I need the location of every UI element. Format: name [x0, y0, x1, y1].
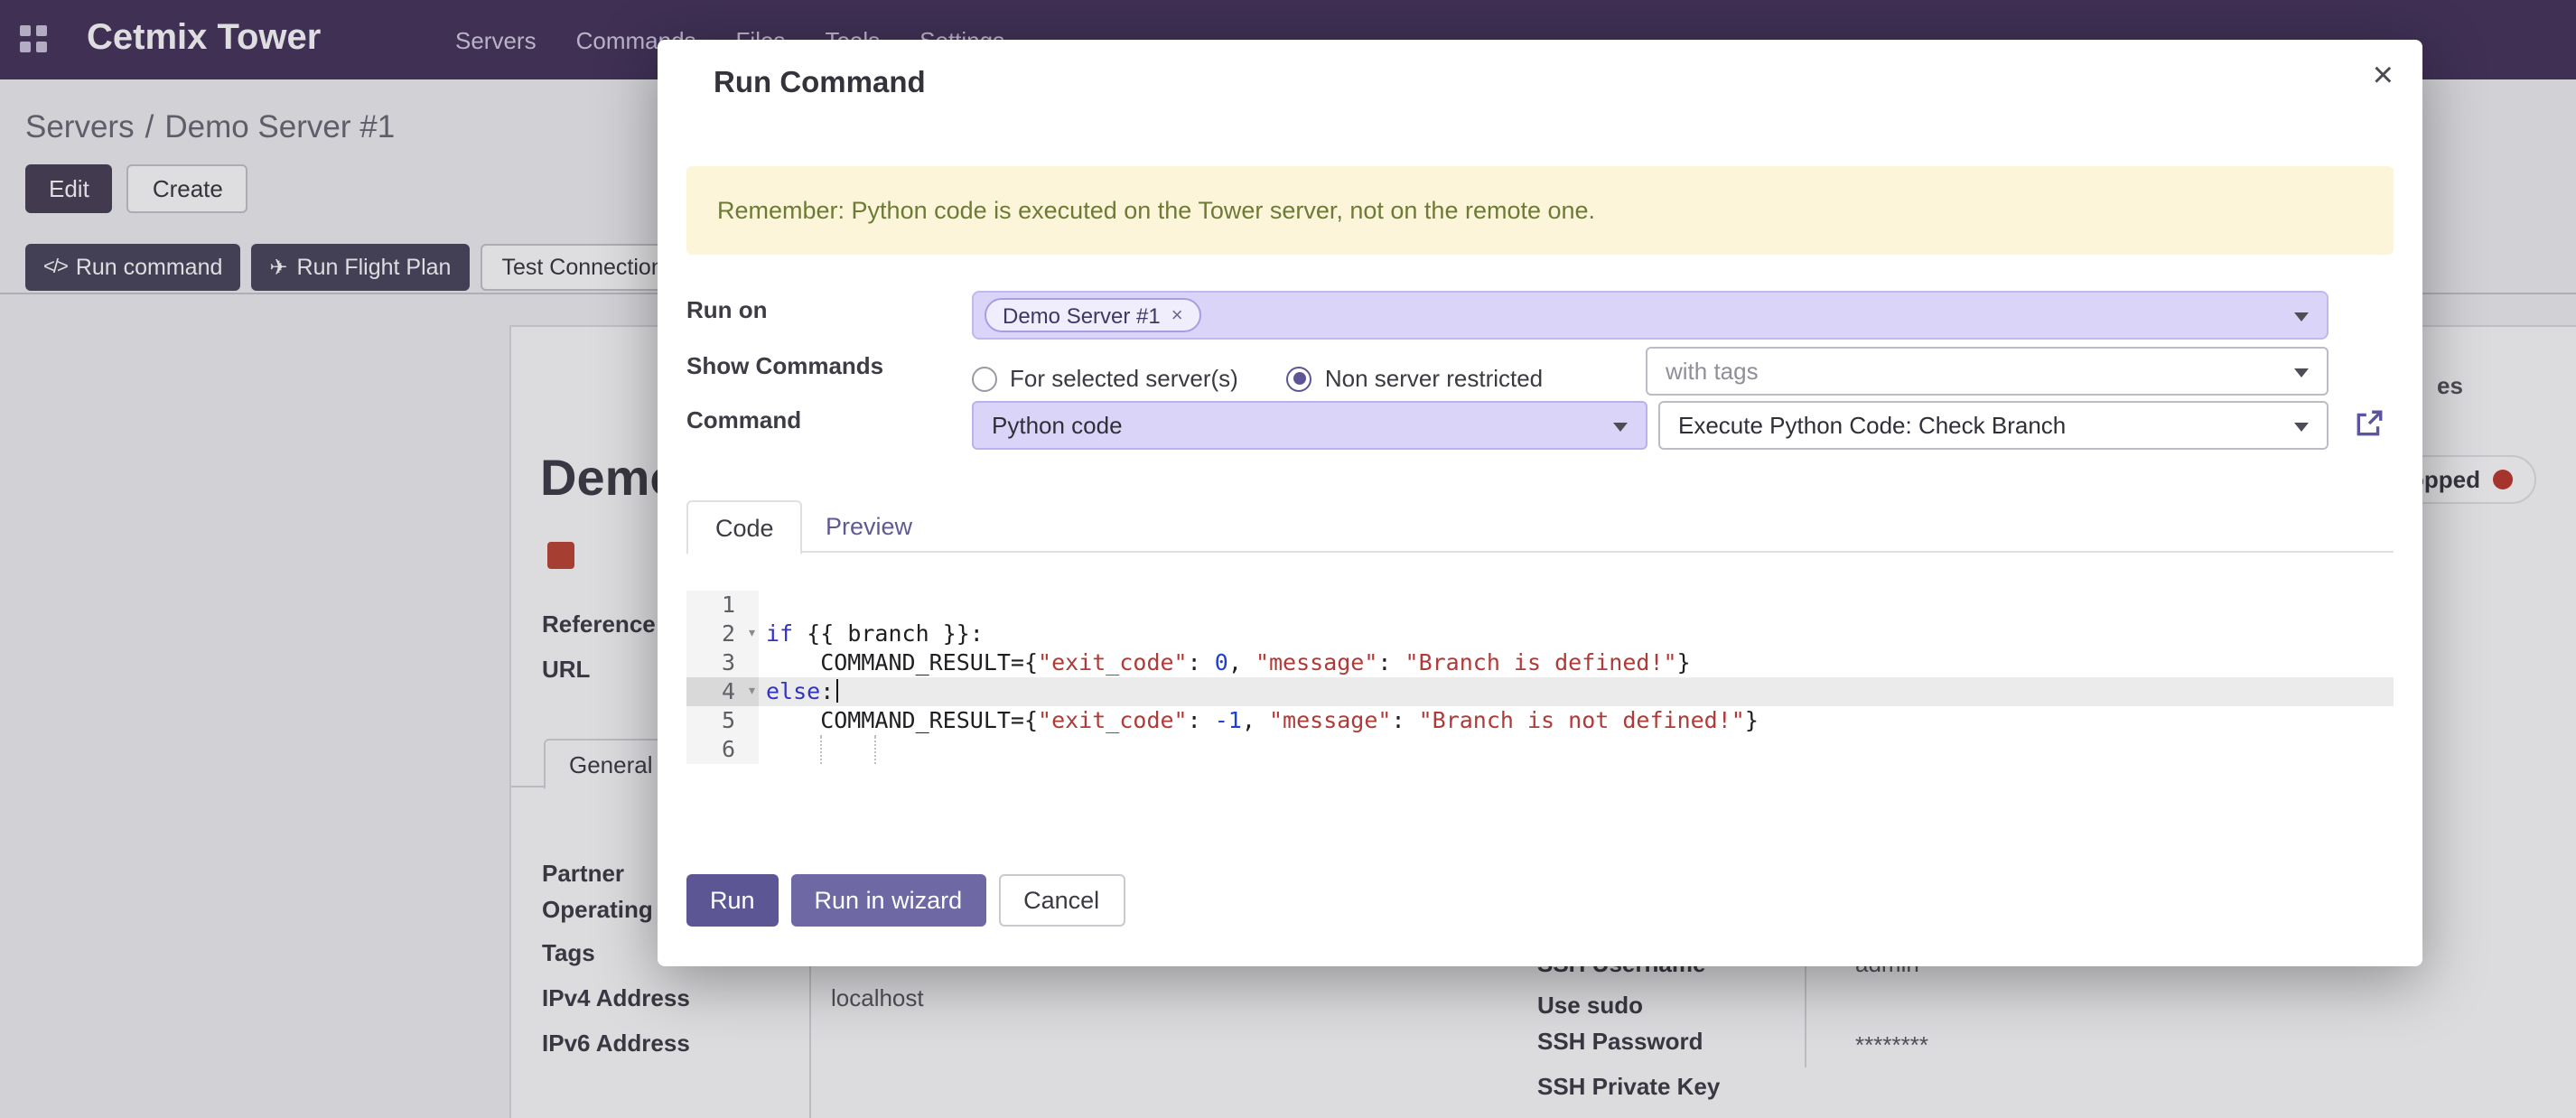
gutter-line-number: 2▾ [686, 620, 759, 648]
chevron-down-icon [1613, 422, 1628, 431]
modal-tabbar: Code Preview [686, 500, 2394, 553]
server-tag-label: Demo Server #1 [1003, 303, 1161, 328]
run-on-label: Run on [686, 296, 768, 323]
code-token: COMMAND_RESULT={ [766, 706, 1038, 733]
code-token: else [766, 677, 820, 704]
gutter-line-number: 5 [686, 706, 759, 735]
radio-for-selected-servers-label[interactable]: For selected server(s) [1010, 365, 1238, 392]
code-token: "message" [1255, 648, 1377, 675]
screen: Cetmix Tower Servers Commands Files Tool… [0, 0, 2576, 1118]
editor-lines: if {{ branch }}: COMMAND_RESULT={"exit_c… [759, 591, 2394, 764]
run-button[interactable]: Run [686, 874, 779, 927]
modal-title: Run Command [714, 67, 926, 101]
fold-arrow-icon[interactable]: ▾ [747, 677, 757, 706]
code-token: , [1228, 648, 1255, 675]
run-command-modal: Run Command × Remember: Python code is e… [658, 40, 2422, 966]
indent-guide [820, 735, 822, 764]
modal-footer: Run Run in wizard Cancel [686, 874, 1125, 927]
code-token: : [820, 677, 834, 704]
code-token: -1 [1215, 706, 1242, 733]
gutter-line-number: 1 [686, 591, 759, 620]
code-token: {{ branch }}: [793, 620, 984, 647]
radio-non-server-restricted-label[interactable]: Non server restricted [1325, 365, 1543, 392]
code-token: : [1377, 648, 1405, 675]
chevron-down-icon [2294, 312, 2309, 321]
close-icon[interactable]: × [2373, 58, 2394, 94]
code-token: "exit_code" [1038, 648, 1188, 675]
fold-arrow-icon[interactable]: ▾ [747, 620, 757, 648]
radio-for-selected-servers[interactable] [972, 366, 997, 391]
command-label: Command [686, 406, 801, 433]
code-token: } [1677, 648, 1691, 675]
run-in-wizard-button[interactable]: Run in wizard [791, 874, 986, 927]
gutter-line-number: 4▾ [686, 677, 759, 706]
show-commands-options: For selected server(s) Non server restri… [972, 354, 1543, 403]
code-line[interactable] [759, 591, 2394, 620]
with-tags-select[interactable]: with tags [1646, 347, 2329, 396]
command-type-value: Python code [992, 412, 1123, 439]
text-cursor [835, 679, 838, 703]
editor-gutter: 12▾34▾56 [686, 591, 759, 764]
command-select[interactable]: Execute Python Code: Check Branch [1658, 401, 2329, 450]
cancel-button[interactable]: Cancel [998, 874, 1125, 927]
code-token: 0 [1215, 648, 1228, 675]
indent-guide [874, 735, 876, 764]
radio-non-server-restricted[interactable] [1287, 366, 1312, 391]
code-token: , [1242, 706, 1269, 733]
tab-preview[interactable]: Preview [798, 500, 939, 554]
code-token: } [1745, 706, 1759, 733]
tag-remove-icon[interactable]: × [1171, 304, 1183, 326]
code-line[interactable]: COMMAND_RESULT={"exit_code": -1, "messag… [759, 706, 2394, 735]
show-commands-label: Show Commands [686, 352, 883, 379]
code-token: "exit_code" [1038, 706, 1188, 733]
run-on-select[interactable]: Demo Server #1 × [972, 291, 2329, 340]
command-value: Execute Python Code: Check Branch [1678, 412, 2066, 439]
code-line[interactable]: if {{ branch }}: [759, 620, 2394, 648]
gutter-line-number: 6 [686, 735, 759, 764]
code-token: if [766, 620, 793, 647]
code-line[interactable]: else: [759, 677, 2394, 706]
code-token: "message" [1269, 706, 1391, 733]
command-type-select[interactable]: Python code [972, 401, 1647, 450]
code-token: : [1188, 648, 1215, 675]
chevron-down-icon [2294, 368, 2309, 377]
server-tag[interactable]: Demo Server #1 × [985, 298, 1201, 332]
external-link-icon[interactable] [2354, 408, 2385, 439]
code-editor[interactable]: 12▾34▾56 if {{ branch }}: COMMAND_RESULT… [686, 587, 2394, 768]
gutter-line-number: 3 [686, 648, 759, 677]
with-tags-placeholder: with tags [1666, 358, 1759, 385]
code-token: COMMAND_RESULT={ [766, 648, 1038, 675]
code-token: "Branch is not defined!" [1419, 706, 1745, 733]
code-token: "Branch is defined!" [1405, 648, 1677, 675]
code-line[interactable] [759, 735, 2394, 764]
chevron-down-icon [2294, 422, 2309, 431]
alert-banner: Remember: Python code is executed on the… [686, 166, 2394, 255]
code-token: : [1391, 706, 1418, 733]
code-token: : [1188, 706, 1215, 733]
tab-code[interactable]: Code [686, 500, 803, 554]
code-line[interactable]: COMMAND_RESULT={"exit_code": 0, "message… [759, 648, 2394, 677]
